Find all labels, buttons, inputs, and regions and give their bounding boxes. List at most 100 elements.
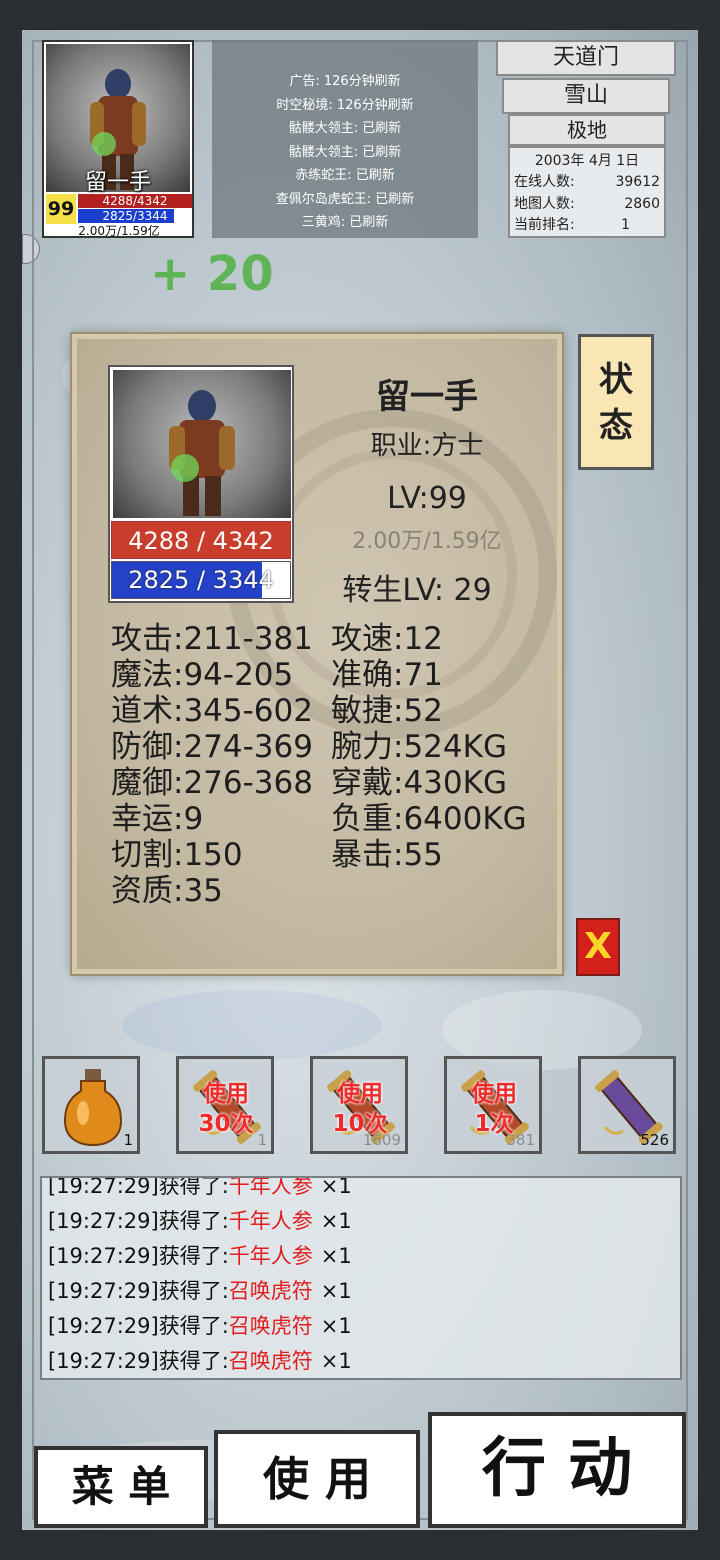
notice-line: 时空秘境: 126分钟刷新 xyxy=(276,97,414,113)
stat-label: 攻击: xyxy=(111,621,184,657)
log-item: 召唤虎符 xyxy=(228,1279,313,1303)
potion-icon xyxy=(59,1067,127,1147)
log-qty: ×1 xyxy=(320,1314,352,1338)
stat-cell: 切割:150 xyxy=(111,837,331,873)
online-label: 在线人数: xyxy=(514,174,575,190)
hero-level: 99 xyxy=(46,194,76,224)
log-line: [19:27:29]获得了:千年人参 ×1 xyxy=(48,1176,352,1200)
status-name: 留一手 xyxy=(376,377,478,417)
log-line: [19:27:29]获得了:召唤虎符 ×1 xyxy=(48,1275,352,1305)
online-value: 39612 xyxy=(615,174,660,190)
item-count: 1 xyxy=(123,1131,133,1149)
stat-label: 腕力: xyxy=(331,729,404,765)
item-use-label: 使用 30次 xyxy=(198,1081,254,1137)
stat-label: 幸运: xyxy=(111,801,184,837)
stat-cell: 穿戴:430KG xyxy=(331,765,551,801)
log-time: [19:27:29]获得了: xyxy=(48,1209,229,1233)
stat-value: 430KG xyxy=(403,765,507,801)
status-portrait-card: 4288 / 4342 2825 / 3344 xyxy=(108,365,294,603)
item-slot[interactable]: 1 xyxy=(42,1056,140,1154)
notice-line: 三黄鸡: 已刷新 xyxy=(301,215,389,230)
stat-row: 切割:150 暴击:55 xyxy=(111,837,551,873)
stat-value: 345-602 xyxy=(183,693,313,729)
side-handle[interactable] xyxy=(22,234,40,264)
stat-cell: 魔法:94-205 xyxy=(111,657,331,693)
stat-cell: 道术:345-602 xyxy=(111,693,331,729)
stat-label: 防御: xyxy=(111,729,184,765)
stat-row: 防御:274-369 腕力:524KG xyxy=(111,729,551,765)
status-mp-bar: 2825 / 3344 xyxy=(111,561,291,599)
stat-cell: 攻速:12 xyxy=(331,621,551,657)
hero-card[interactable]: 留一手 99 4288/4342 2825/3344 2.00万/1.59亿 xyxy=(42,40,194,238)
item-slot[interactable]: 1 使用 30次 xyxy=(176,1056,274,1154)
stat-cell: 暴击:55 xyxy=(331,837,551,873)
stat-row: 攻击:211-381 攻速:12 xyxy=(111,621,551,657)
rank-value: 1 xyxy=(621,217,630,233)
stat-label: 魔法: xyxy=(111,657,184,693)
stat-cell: 准确:71 xyxy=(331,657,551,693)
item-count: 526 xyxy=(640,1131,669,1149)
stat-cell: 防御:274-369 xyxy=(111,729,331,765)
stat-value: 94-205 xyxy=(183,657,294,693)
status-level: LV:99 xyxy=(387,481,467,516)
map-count-value: 2860 xyxy=(624,195,660,212)
stat-row: 道术:345-602 敏捷:52 xyxy=(111,693,551,729)
item-slot[interactable]: 381 使用 1次 xyxy=(444,1056,542,1154)
stat-cell: 幸运:9 xyxy=(111,801,331,837)
map-label[interactable]: 雪山 xyxy=(502,78,670,114)
stat-value: 71 xyxy=(403,657,443,693)
refresh-notice-panel: 广告: 126分钟刷新 时空秘境: 126分钟刷新 骷髅大领主: 已刷新 骷髅大… xyxy=(212,40,478,238)
log-qty: ×1 xyxy=(320,1349,352,1373)
log-time: [19:27:29]获得了: xyxy=(48,1349,229,1373)
stat-value: 52 xyxy=(403,693,443,729)
log-line: [19:27:29]获得了:千年人参 ×1 xyxy=(48,1240,352,1270)
floating-gain-text: + 20 xyxy=(150,246,274,302)
stat-label: 敏捷: xyxy=(331,693,404,729)
loot-log[interactable]: [19:27:29]获得了:千年人参 ×1 [19:27:29]获得了:千年人参 ×1… xyxy=(40,1176,682,1380)
stat-label: 道术: xyxy=(111,693,184,729)
log-time: [19:27:29]获得了: xyxy=(48,1279,229,1303)
zone-label[interactable]: 极地 xyxy=(508,114,666,146)
item-slot[interactable]: 1609 使用 10次 xyxy=(310,1056,408,1154)
hero-hp-bar: 4288/4342 xyxy=(78,194,192,208)
notice-line: 查佩尔岛虎蛇王: 已刷新 xyxy=(275,191,415,207)
sect-label[interactable]: 天道门 xyxy=(496,40,676,76)
item-slot[interactable]: 526 xyxy=(578,1056,676,1154)
stat-label: 准确: xyxy=(331,657,404,693)
log-item: 千年人参 xyxy=(228,1209,313,1233)
stat-value: 150 xyxy=(183,837,243,873)
log-qty: ×1 xyxy=(320,1209,352,1233)
stat-cell: 腕力:524KG xyxy=(331,729,551,765)
log-item: 千年人参 xyxy=(228,1244,313,1268)
stat-row: 资质:35 xyxy=(111,873,551,909)
notice-line: 骷髅大领主: 已刷新 xyxy=(288,121,402,136)
stat-row: 幸运:9 负重:6400KG xyxy=(111,801,551,837)
status-exp: 2.00万/1.59亿 xyxy=(352,529,502,554)
stat-cell: 敏捷:52 xyxy=(331,693,551,729)
log-line: [19:27:29]获得了:千年人参 ×1 xyxy=(48,1205,352,1235)
action-button[interactable]: 行 动 xyxy=(428,1412,686,1528)
rank-label: 当前排名: xyxy=(514,217,575,233)
status-job: 职业:方士 xyxy=(370,431,484,461)
stat-cell: 攻击:211-381 xyxy=(111,621,331,657)
menu-button[interactable]: 菜 单 xyxy=(34,1446,208,1528)
stat-value: 12 xyxy=(403,621,443,657)
stat-value: 276-368 xyxy=(183,765,313,801)
log-qty: ×1 xyxy=(320,1176,352,1198)
hero-name: 留一手 xyxy=(84,170,151,195)
status-portrait xyxy=(113,370,291,518)
notice-line: 广告: 126分钟刷新 xyxy=(289,74,401,89)
close-button[interactable]: X xyxy=(576,918,620,976)
log-time: [19:27:29]获得了: xyxy=(48,1314,229,1338)
use-button[interactable]: 使 用 xyxy=(214,1430,420,1528)
stat-label: 负重: xyxy=(331,801,404,837)
notice-line: 赤练蛇王: 已刷新 xyxy=(295,168,395,183)
item-use-label: 使用 10次 xyxy=(332,1081,388,1137)
log-qty: ×1 xyxy=(320,1244,352,1268)
stat-value: 524KG xyxy=(403,729,507,765)
stat-value: 211-381 xyxy=(183,621,313,657)
status-tab-button[interactable]: 状态 xyxy=(578,334,654,470)
stats-grid: 攻击:211-381 攻速:12 魔法:94-205 准确:71 道术:345-602 敏… xyxy=(111,621,551,909)
stat-value: 55 xyxy=(403,837,443,873)
stat-cell: 负重:6400KG xyxy=(331,801,551,837)
